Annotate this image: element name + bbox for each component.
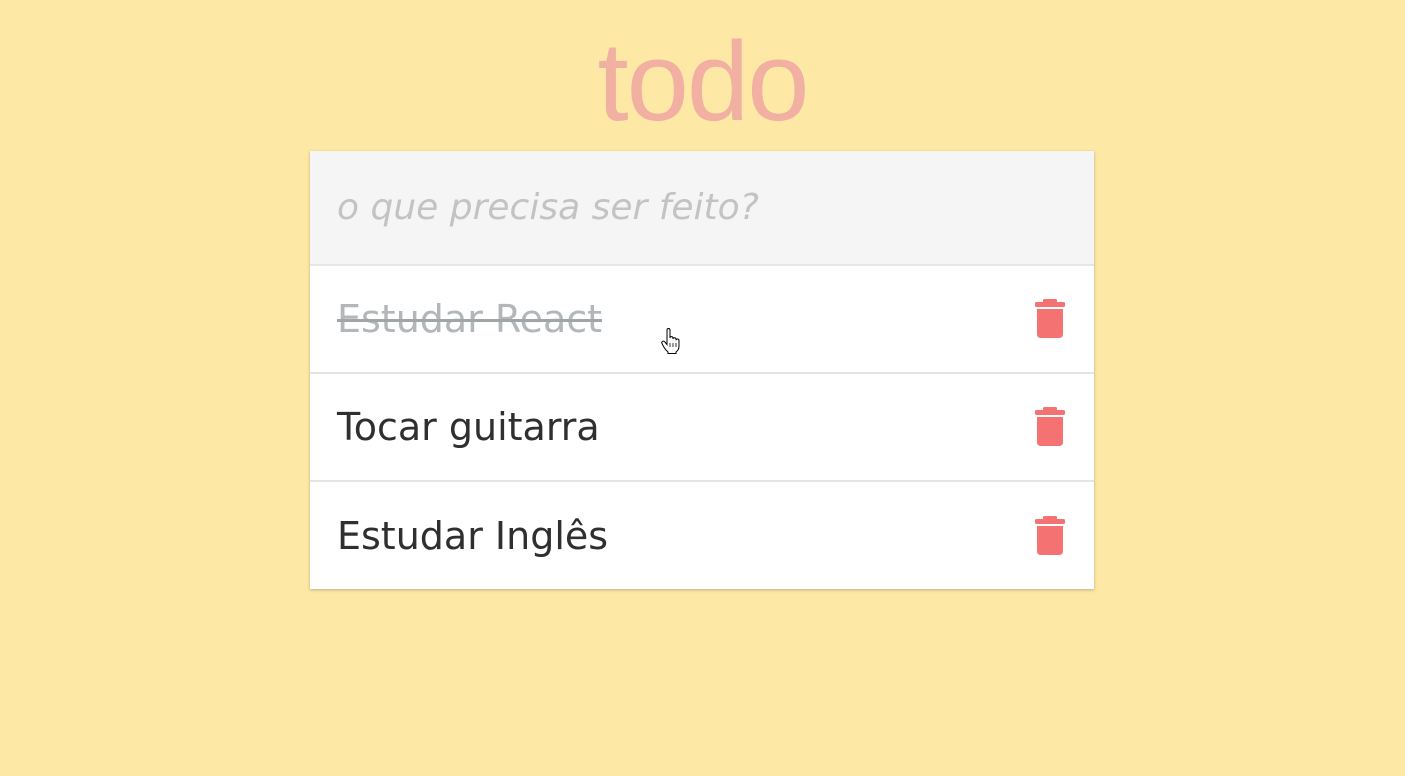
delete-todo-button[interactable] <box>1034 407 1066 447</box>
delete-todo-button[interactable] <box>1034 299 1066 339</box>
todo-text[interactable]: Estudar React <box>337 297 602 341</box>
todo-card: Estudar React Tocar guitarra Estudar I <box>310 151 1094 589</box>
trash-icon <box>1035 299 1065 338</box>
trash-icon <box>1035 515 1065 555</box>
delete-todo-button[interactable] <box>1034 515 1066 556</box>
new-todo-input[interactable] <box>310 151 1094 264</box>
trash-icon <box>1035 407 1065 446</box>
todo-text[interactable]: Tocar guitarra <box>337 405 600 449</box>
todo-text[interactable]: Estudar Inglês <box>337 514 608 558</box>
todo-item[interactable]: Estudar React <box>310 266 1094 374</box>
todo-item[interactable]: Estudar Inglês <box>310 482 1094 589</box>
app-title: todo <box>597 19 810 144</box>
todo-list: Estudar React Tocar guitarra Estudar Ing… <box>310 266 1094 589</box>
todo-item[interactable]: Tocar guitarra <box>310 374 1094 482</box>
new-todo-container <box>310 151 1094 266</box>
